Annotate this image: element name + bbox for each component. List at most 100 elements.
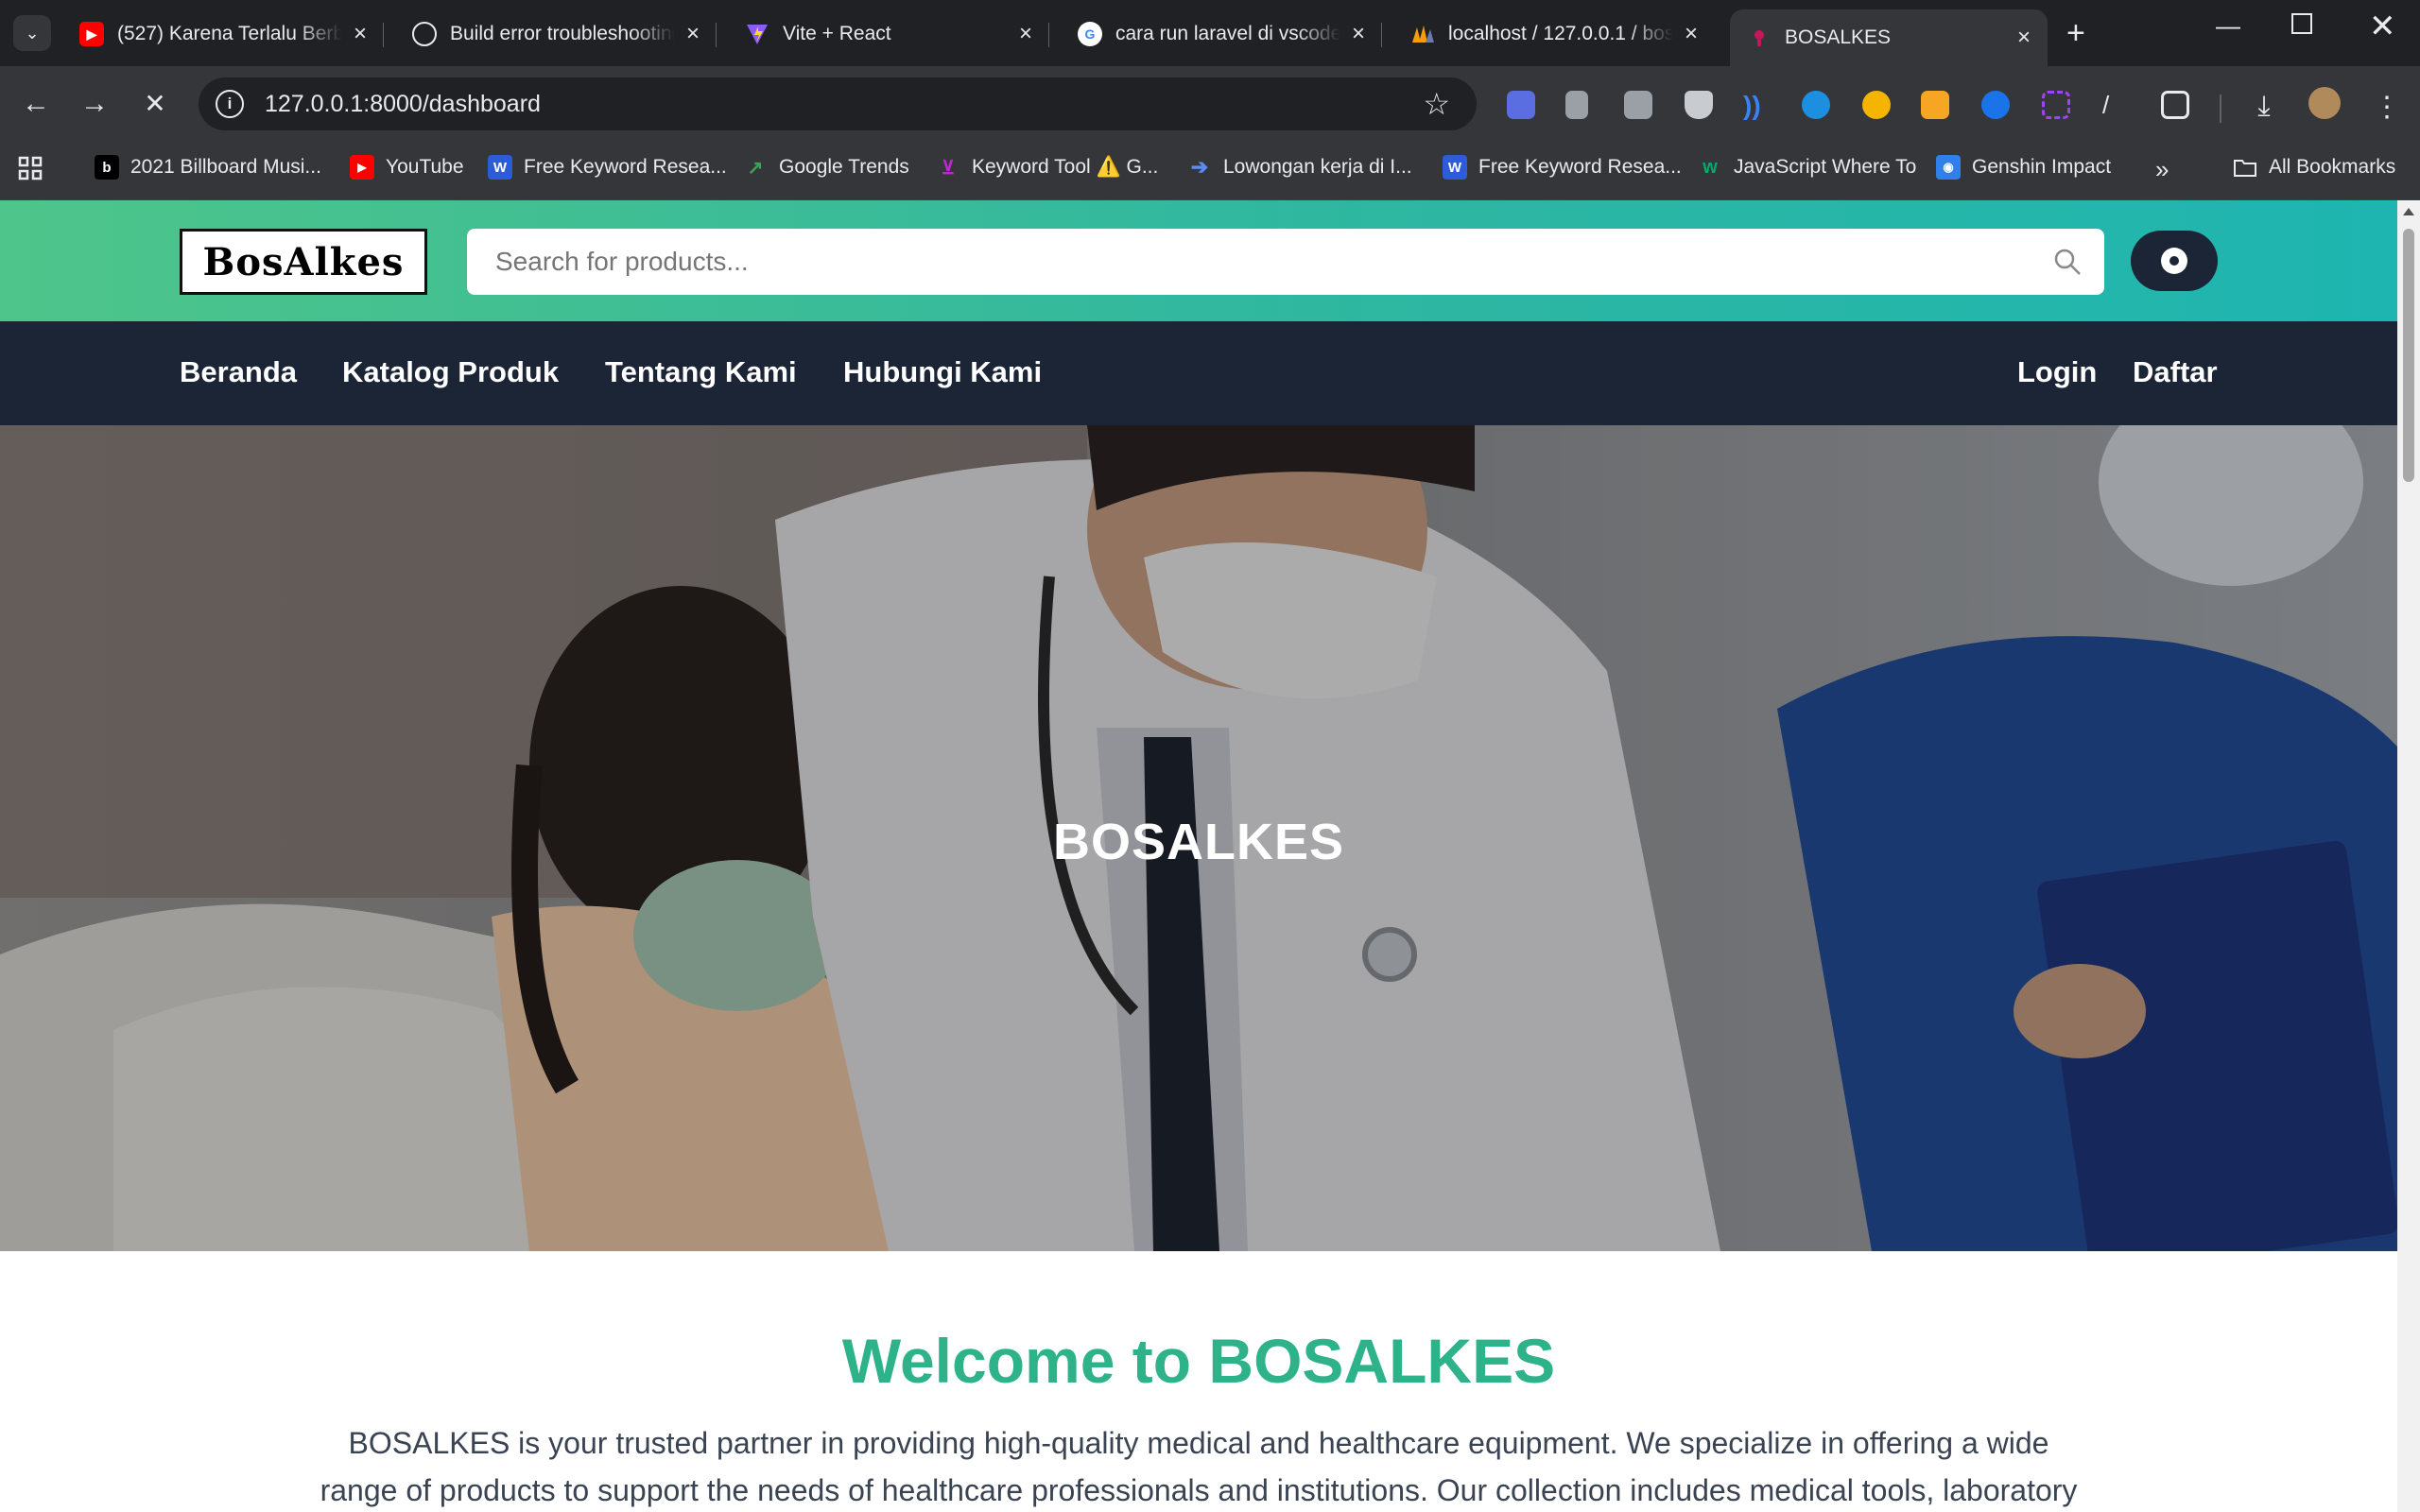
more-bookmarks-label: » (2155, 155, 2169, 183)
search-icon[interactable] (2053, 248, 2082, 276)
nav-contact[interactable]: Hubungi Kami (843, 355, 1042, 389)
page-viewport: BosAlkes Beranda Katalog Produk Tentang … (0, 200, 2397, 1512)
minimize-icon[interactable]: — (2216, 11, 2240, 41)
close-icon[interactable]: × (2017, 25, 2031, 51)
product-search (467, 229, 2104, 295)
apps-icon[interactable] (17, 155, 43, 181)
new-tab-button[interactable]: + (2066, 17, 2085, 49)
bookmark-item[interactable]: ◉ Genshin Impact (1936, 155, 2111, 180)
theme-toggle-icon (2161, 248, 2187, 274)
bookmarks-bar: b 2021 Billboard Musi... ▶ YouTube W Free K… (0, 142, 2420, 200)
bookmark-item[interactable]: w JavaScript Where To (1698, 155, 1916, 180)
phpmyadmin-icon (1410, 22, 1435, 46)
bookmark-label: JavaScript Where To (1734, 156, 1917, 178)
screenshot-icon[interactable] (2042, 91, 2070, 119)
bookmark-star-icon[interactable]: ☆ (1423, 86, 1450, 122)
search-input[interactable] (493, 246, 2006, 278)
more-bookmarks-button[interactable]: » (2155, 155, 2169, 184)
browser-tab-active[interactable]: BOSALKES × (1730, 9, 2048, 66)
bookmark-item[interactable]: ➔ Lowongan kerja di I... (1187, 155, 1412, 180)
pen-icon[interactable]: / (2102, 91, 2131, 119)
messenger-icon[interactable] (1981, 91, 2010, 119)
welcome-text: BOSALKES is your trusted partner in prov… (320, 1426, 2078, 1507)
folder-icon (2233, 155, 2257, 180)
bookmark-item[interactable]: ▶ YouTube (350, 155, 464, 180)
camera-icon[interactable] (1624, 91, 1652, 119)
tab-strip: ⌄ ▶ (527) Karena Terlalu Berbeda × Build… (0, 0, 2420, 66)
close-icon[interactable]: × (686, 21, 700, 47)
theme-toggle-button[interactable] (2131, 231, 2218, 291)
site-logo[interactable]: BosAlkes (180, 229, 427, 295)
extension-icon[interactable] (1802, 91, 1830, 119)
back-icon[interactable]: ← (17, 85, 55, 123)
bookmark-item[interactable]: W Free Keyword Resea... (488, 155, 727, 180)
site-header: BosAlkes (0, 200, 2397, 321)
tab-search-button[interactable]: ⌄ (13, 15, 51, 51)
menu-icon[interactable]: ⋮ (2373, 91, 2401, 123)
nav-home[interactable]: Beranda (180, 355, 297, 389)
tab-title: cara run laravel di vscode (1115, 23, 1340, 44)
w-icon: W (488, 155, 512, 180)
extensions-puzzle-icon[interactable] (2161, 91, 2189, 119)
bookmark-label: Genshin Impact (1972, 156, 2112, 178)
bookmark-item[interactable]: W Free Keyword Resea... (1443, 155, 1682, 180)
close-icon[interactable]: × (354, 21, 367, 47)
nav-catalog[interactable]: Katalog Produk (342, 355, 559, 389)
arrow-icon: ➔ (1190, 155, 1209, 179)
window-close-icon[interactable]: ✕ (2369, 8, 2396, 45)
shield-icon[interactable] (1685, 91, 1713, 119)
extension-icon[interactable] (1921, 91, 1949, 119)
page-scrollbar[interactable] (2397, 200, 2420, 1512)
site-info-icon[interactable]: i (216, 90, 244, 118)
bookmark-label: Google Trends (779, 156, 909, 178)
download-icon[interactable]: ⤓ (2250, 91, 2278, 122)
google-icon: G (1078, 22, 1102, 46)
bookmark-label: Keyword Tool ⚠️ G... (972, 156, 1159, 178)
bookmark-label: Free Keyword Resea... (524, 156, 727, 178)
youtube-icon: ▶ (350, 155, 374, 180)
w-icon: W (1443, 155, 1467, 180)
tab-title: Vite + React (783, 23, 891, 44)
browser-tab[interactable]: localhost / 127.0.0.1 / bosalkes × (1393, 9, 1715, 59)
bookmark-item[interactable]: ⊻ Keyword Tool ⚠️ G... (936, 155, 1159, 180)
scrollbar-thumb[interactable] (2403, 229, 2414, 482)
browser-toolbar: ← → ✕ i 127.0.0.1:8000/dashboard ☆ )) / … (0, 66, 2420, 142)
bookmark-label: 2021 Billboard Musi... (130, 156, 321, 178)
logo-text: BosAlkes (202, 239, 405, 284)
bookmark-item[interactable]: ↗ Google Trends (743, 155, 909, 180)
scroll-up-icon[interactable] (2403, 208, 2414, 215)
address-bar[interactable]: i 127.0.0.1:8000/dashboard ☆ (199, 77, 1477, 130)
tab-separator (1381, 23, 1382, 47)
bookmark-label: YouTube (386, 156, 464, 178)
tab-separator (383, 23, 384, 47)
close-icon[interactable]: × (1685, 21, 1698, 47)
browser-tab[interactable]: ▶ (527) Karena Terlalu Berbeda × (62, 9, 384, 59)
w3-icon: w (1703, 156, 1718, 178)
extension-icon[interactable] (1862, 91, 1891, 119)
avatar[interactable] (2308, 87, 2341, 119)
hero-title: BOSALKES (1052, 814, 1345, 870)
bookmark-label: Lowongan kerja di I... (1223, 156, 1412, 178)
nav-about[interactable]: Tentang Kami (605, 355, 797, 389)
extension-icon[interactable] (1507, 91, 1535, 119)
all-bookmarks-button[interactable]: All Bookmarks (2233, 155, 2395, 180)
nav-register[interactable]: Daftar (2133, 355, 2218, 389)
wave-icon[interactable]: )) (1743, 91, 1772, 120)
extension-icon[interactable] (1565, 91, 1588, 119)
stop-loading-icon[interactable]: ✕ (136, 85, 174, 123)
close-icon[interactable]: × (1352, 21, 1365, 47)
tab-title: (527) Karena Terlalu Berbeda (117, 23, 342, 44)
forward-icon[interactable]: → (76, 85, 113, 123)
tab-title: BOSALKES (1785, 26, 1892, 48)
url-text[interactable]: 127.0.0.1:8000/dashboard (265, 91, 541, 118)
trends-icon: ↗ (747, 157, 764, 179)
youtube-icon: ▶ (79, 22, 104, 46)
browser-tab[interactable]: Vite + React × (728, 9, 1049, 59)
close-icon[interactable]: × (1019, 21, 1032, 47)
browser-tab[interactable]: G cara run laravel di vscode × (1061, 9, 1382, 59)
nav-login[interactable]: Login (2017, 355, 2097, 389)
bookmark-item[interactable]: b 2021 Billboard Musi... (95, 155, 321, 180)
restore-icon[interactable] (2291, 13, 2312, 34)
vite-icon (745, 22, 769, 46)
browser-tab[interactable]: Build error troubleshooting × (395, 9, 717, 59)
